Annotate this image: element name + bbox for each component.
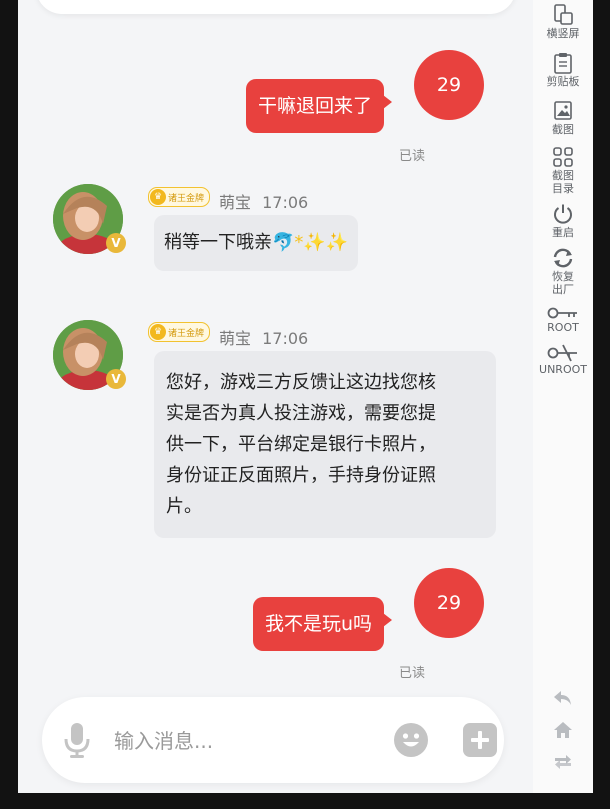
message-text: 我不是玩u吗 [265,613,373,635]
back-icon [554,691,571,705]
sidebar-item-label: 恢复 出厂 [552,270,574,296]
message-time: 17:06 [262,193,309,212]
sidebar-item-screenshot[interactable]: 截图 [533,100,593,136]
message-text: 稍等一下哦亲 [164,232,272,253]
badge-number: 29 [436,592,462,614]
nav-back-button[interactable] [533,689,593,707]
switch-icon [555,755,571,769]
outgoing-message[interactable]: 我不是玩u吗 [253,597,393,651]
read-status: 已读 [399,666,426,681]
message-text: 干嘛退回来了 [258,95,373,117]
rotate-screen-icon [554,4,573,25]
crown-icon: ♛ [150,189,166,205]
key-icon [547,307,577,319]
sidebar-item-factory-reset[interactable]: 恢复 出厂 [533,247,593,296]
sender-line: 萌宝 17:06 [219,189,308,213]
message-input[interactable] [112,723,366,759]
factory-reset-icon [553,248,573,268]
verified-badge: V [106,233,126,253]
sidebar-item-label: 截图 [552,123,574,136]
vip-label: 诸王金牌 [168,193,205,204]
unroot-key-icon [547,344,577,362]
nav-switch-button[interactable] [533,753,593,771]
incoming-message[interactable]: 您好，游戏三方反馈让这边找您核 实是否为真人投注游戏，需要您提 供一下，平台绑定… [154,351,496,538]
sidebar-item-label: UNROOT [539,363,587,376]
message-composer [42,697,504,783]
sender-name: 萌宝 [219,329,252,348]
read-status: 已读 [399,149,426,164]
screenshot-folder-icon [553,147,573,167]
message-time: 17:06 [262,329,309,348]
screenshot-icon [554,101,572,120]
emoji-sequence: 🐬*✨✨ [272,232,349,253]
sidebar-item-label: 剪贴板 [546,75,580,88]
user-avatar-badge[interactable]: 29 [414,568,484,638]
phone-screen: 干嘛退回来了 29 已读 V ♛ 诸王金牌 萌宝 17:06 稍等一下哦亲🐬*✨ [18,0,593,793]
power-icon [554,204,572,224]
clipboard-icon [554,53,572,74]
nav-home-button[interactable] [533,721,593,739]
emoji-icon[interactable] [394,723,428,757]
sidebar-item-screenshot-folder[interactable]: 截图 目录 [533,146,593,195]
vip-tag: ♛ 诸王金牌 [148,187,210,207]
vip-tag: ♛ 诸王金牌 [148,322,210,342]
sidebar-item-root[interactable]: ROOT [533,306,593,334]
plus-icon[interactable] [463,723,497,757]
chat-panel: 干嘛退回来了 29 已读 V ♛ 诸王金牌 萌宝 17:06 稍等一下哦亲🐬*✨ [18,0,526,793]
sidebar-item-label: ROOT [547,321,579,334]
verified-badge: V [106,369,126,389]
badge-number: 29 [436,74,462,96]
sender-line: 萌宝 17:06 [219,325,308,349]
tool-sidebar: 横竖屏 剪贴板 截图 截图 目录 重启 恢复 出厂 ROOT UNROOT [533,0,593,793]
vip-label: 诸王金牌 [168,328,205,339]
sidebar-item-clipboard[interactable]: 剪贴板 [533,52,593,88]
crown-icon: ♛ [150,324,166,340]
sidebar-item-unroot[interactable]: UNROOT [533,344,593,376]
sidebar-item-label: 重启 [552,226,574,239]
incoming-message[interactable]: 稍等一下哦亲🐬*✨✨ [154,215,359,271]
sidebar-item-label: 截图 目录 [552,169,574,195]
home-icon [554,722,572,738]
user-avatar-badge[interactable]: 29 [414,50,484,120]
sidebar-item-restart[interactable]: 重启 [533,203,593,239]
sidebar-item-rotate[interactable]: 横竖屏 [533,4,593,40]
microphone-icon[interactable] [62,721,92,759]
outgoing-message[interactable]: 干嘛退回来了 [246,79,393,133]
top-card [36,0,516,14]
sidebar-item-label: 横竖屏 [546,27,580,40]
sender-name: 萌宝 [219,193,252,212]
